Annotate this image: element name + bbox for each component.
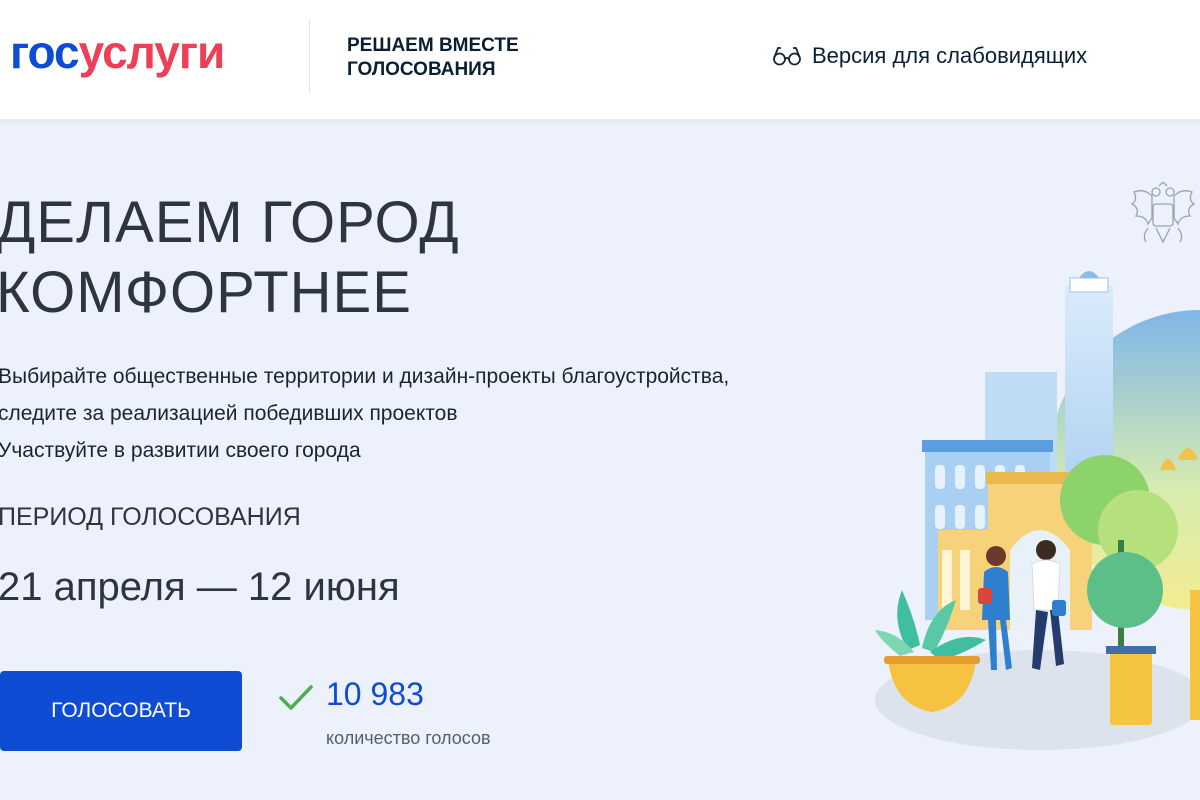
voting-period-dates: 21 апреля — 12 июня (0, 565, 400, 609)
tagline-line-2: ГОЛОСОВАНИЯ (347, 59, 496, 80)
description-line-1: Выбирайте общественные территории и диза… (0, 365, 730, 388)
accessibility-version-link[interactable]: Версия для слабовидящих (772, 43, 1087, 69)
hero-title-line-1: ДЕЛАЕМ ГОРОД (0, 190, 460, 255)
logo-part-gos: гос (10, 26, 80, 78)
checkmark-icon (278, 683, 314, 718)
vote-count-label: количество голосов (326, 728, 491, 748)
hero-title: ДЕЛАЕМ ГОРОД КОМФОРТНЕЕ (0, 188, 460, 328)
glasses-icon (772, 45, 802, 67)
hero-title-line-2: КОМФОРТНЕЕ (0, 260, 412, 325)
vote-count: 10 983 (326, 676, 424, 712)
voting-period-label: ПЕРИОД ГОЛОСОВАНИЯ (0, 503, 301, 531)
description-line-2: следите за реализацией победивших проект… (0, 402, 458, 425)
description-line-3: Участвуйте в развитии своего города (0, 439, 361, 462)
header-divider (309, 20, 310, 94)
gosuslugi-logo[interactable]: госуслуги (10, 24, 226, 80)
tagline-line-1: РЕШАЕМ ВМЕСТЕ (347, 35, 519, 56)
header-tagline: РЕШАЕМ ВМЕСТЕ ГОЛОСОВАНИЯ (347, 34, 519, 82)
city-park-illustration (860, 260, 1200, 765)
coat-of-arms-icon (1126, 181, 1200, 253)
vote-button[interactable]: ГОЛОСОВАТЬ (0, 671, 242, 751)
accessibility-label: Версия для слабовидящих (812, 43, 1088, 68)
logo-part-uslugi: услуги (78, 26, 226, 78)
site-header: госуслуги РЕШАЕМ ВМЕСТЕ ГОЛОСОВАНИЯ Верс… (0, 0, 1200, 119)
hero-description: Выбирайте общественные территории и диза… (0, 358, 729, 469)
